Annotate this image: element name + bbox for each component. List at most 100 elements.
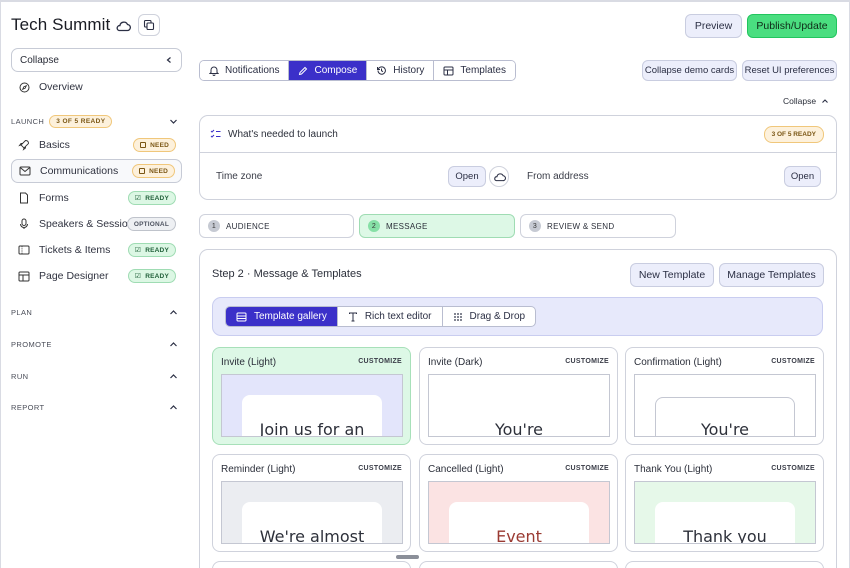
template-preview-text: Event bbox=[496, 527, 542, 544]
customize-button[interactable]: CUSTOMIZE bbox=[358, 465, 402, 472]
manage-templates-button[interactable]: Manage Templates bbox=[719, 263, 824, 287]
gallery-icon bbox=[236, 312, 247, 321]
section-label: REPORT bbox=[11, 403, 45, 412]
compose-step-title: Step 2 · Message & Templates bbox=[212, 268, 362, 280]
customize-button[interactable]: CUSTOMIZE bbox=[358, 358, 402, 365]
new-template-button[interactable]: New Template bbox=[630, 263, 714, 287]
editor-mode-bar: Template gallery Rich text editor Drag &… bbox=[212, 297, 823, 336]
timezone-open-button[interactable]: Open bbox=[448, 166, 486, 187]
chevron-left-icon bbox=[166, 57, 171, 63]
step-label: AUDIENCE bbox=[226, 221, 270, 231]
step-number: 1 bbox=[208, 220, 220, 232]
step-review-send[interactable]: 3 REVIEW & SEND bbox=[520, 214, 676, 238]
duplicate-button[interactable] bbox=[138, 14, 160, 36]
customize-button[interactable]: CUSTOMIZE bbox=[565, 465, 609, 472]
cloud-icon bbox=[493, 172, 506, 181]
template-card[interactable]: Reminder (Light) CUSTOMIZE We're almost bbox=[212, 454, 411, 552]
scroll-handle[interactable] bbox=[396, 555, 419, 559]
plan-section-header[interactable]: PLAN bbox=[11, 308, 182, 317]
ticket-icon bbox=[17, 243, 31, 257]
tab-templates[interactable]: Templates bbox=[434, 61, 515, 80]
customize-button[interactable]: CUSTOMIZE bbox=[565, 358, 609, 365]
status-badge: ☑ READY bbox=[127, 191, 176, 205]
template-preview: We're almost bbox=[221, 481, 403, 544]
template-name: Invite (Light) bbox=[221, 357, 277, 368]
checklist-icon bbox=[210, 129, 221, 138]
publish-update-button[interactable]: Publish/Update bbox=[747, 14, 837, 38]
pencil-icon bbox=[299, 66, 308, 75]
customize-button[interactable]: CUSTOMIZE bbox=[771, 358, 815, 365]
collapse-demo-cards-button[interactable]: Collapse demo cards bbox=[642, 60, 737, 81]
launch-ready-badge: 3 OF 5 READY bbox=[49, 115, 113, 128]
template-name: Confirmation (Light) bbox=[634, 357, 722, 368]
promote-section-header[interactable]: PROMOTE bbox=[11, 340, 182, 349]
template-card[interactable]: Confirmation (Light) CUSTOMIZE You're bbox=[625, 347, 824, 445]
grid-dots-icon bbox=[453, 312, 462, 321]
sidebar-item-communications[interactable]: Communications NEED bbox=[11, 159, 182, 183]
status-badge: NEED bbox=[133, 138, 176, 152]
sidebar-item-label: Communications bbox=[40, 165, 119, 177]
sidebar-item-label: Overview bbox=[39, 81, 83, 93]
template-name: Thank You (Light) bbox=[634, 464, 713, 475]
step-label: REVIEW & SEND bbox=[547, 221, 615, 231]
sidebar-collapse-button[interactable]: Collapse bbox=[11, 48, 182, 72]
template-icon bbox=[443, 66, 454, 75]
template-preview-text: We're almost bbox=[259, 527, 365, 544]
sidebar-item-page-designer[interactable]: Page Designer ☑ READY bbox=[11, 264, 182, 288]
report-section-header[interactable]: REPORT bbox=[11, 403, 182, 412]
history-icon bbox=[377, 66, 387, 75]
sidebar-item-overview[interactable]: Overview bbox=[11, 75, 182, 99]
sidebar-item-tickets-items[interactable]: Tickets & Items ☑ READY bbox=[11, 238, 182, 262]
template-card-partial[interactable] bbox=[419, 561, 618, 568]
from-address-label: From address bbox=[527, 171, 589, 182]
tab-history[interactable]: History bbox=[367, 61, 435, 80]
main-tabs: Notifications Compose History Templates bbox=[199, 60, 516, 81]
cloud-sync-button[interactable] bbox=[112, 15, 134, 37]
template-preview: You're bbox=[634, 374, 816, 437]
reset-ui-preferences-button[interactable]: Reset UI preferences bbox=[742, 60, 837, 81]
chevron-up-icon bbox=[170, 374, 177, 379]
preview-button[interactable]: Preview bbox=[685, 14, 742, 38]
sidebar-item-forms[interactable]: Forms ☑ READY bbox=[11, 186, 182, 210]
launch-card-title: What's needed to launch bbox=[228, 128, 338, 140]
sidebar-item-label: Basics bbox=[39, 139, 70, 151]
chevron-up-icon bbox=[822, 99, 828, 103]
run-section-header[interactable]: RUN bbox=[11, 372, 182, 381]
step-label: MESSAGE bbox=[386, 221, 428, 231]
sidebar-item-label: Page Designer bbox=[39, 270, 109, 282]
timezone-cloud-button[interactable] bbox=[489, 166, 509, 187]
template-card-partial[interactable] bbox=[625, 561, 824, 568]
template-card-partial[interactable] bbox=[212, 561, 411, 568]
from-address-open-button[interactable]: Open bbox=[784, 166, 821, 187]
launch-section-header[interactable]: LAUNCH 3 OF 5 READY bbox=[11, 115, 182, 128]
collapse-launch-toggle[interactable]: Collapse bbox=[783, 96, 829, 106]
layout-icon bbox=[17, 269, 31, 283]
mode-drag-drop[interactable]: Drag & Drop bbox=[443, 307, 536, 326]
sidebar-item-basics[interactable]: Basics NEED bbox=[11, 133, 182, 157]
launch-section-label: LAUNCH bbox=[11, 117, 45, 126]
step-message[interactable]: 2 MESSAGE bbox=[359, 214, 515, 238]
section-label: PLAN bbox=[11, 308, 33, 317]
section-label: PROMOTE bbox=[11, 340, 52, 349]
mode-template-gallery[interactable]: Template gallery bbox=[226, 307, 338, 326]
cloud-icon bbox=[116, 21, 131, 32]
tab-notifications[interactable]: Notifications bbox=[200, 61, 290, 80]
template-card[interactable]: Invite (Light) CUSTOMIZE Join us for an bbox=[212, 347, 411, 445]
editor-mode-group: Template gallery Rich text editor Drag &… bbox=[225, 306, 537, 327]
sidebar-item-speakers-sessions[interactable]: Speakers & Sessions OPTIONAL bbox=[11, 212, 182, 236]
bell-icon bbox=[209, 66, 219, 76]
compass-icon bbox=[17, 80, 31, 94]
template-card[interactable]: Cancelled (Light) CUSTOMIZE Event bbox=[419, 454, 618, 552]
sidebar-item-label: Speakers & Sessions bbox=[39, 218, 139, 230]
step-audience[interactable]: 1 AUDIENCE bbox=[199, 214, 354, 238]
template-preview-text: Thank you bbox=[683, 527, 767, 544]
mode-rich-text-editor[interactable]: Rich text editor bbox=[338, 307, 443, 326]
template-card[interactable]: Invite (Dark) CUSTOMIZE You're bbox=[419, 347, 618, 445]
customize-button[interactable]: CUSTOMIZE bbox=[771, 465, 815, 472]
tab-compose[interactable]: Compose bbox=[289, 61, 368, 80]
template-card[interactable]: Thank You (Light) CUSTOMIZE Thank you bbox=[625, 454, 824, 552]
mail-icon bbox=[18, 164, 32, 178]
rocket-icon bbox=[17, 138, 31, 152]
launch-ready-badge: 3 OF 5 READY bbox=[763, 126, 824, 143]
chevron-down-icon bbox=[170, 119, 177, 124]
